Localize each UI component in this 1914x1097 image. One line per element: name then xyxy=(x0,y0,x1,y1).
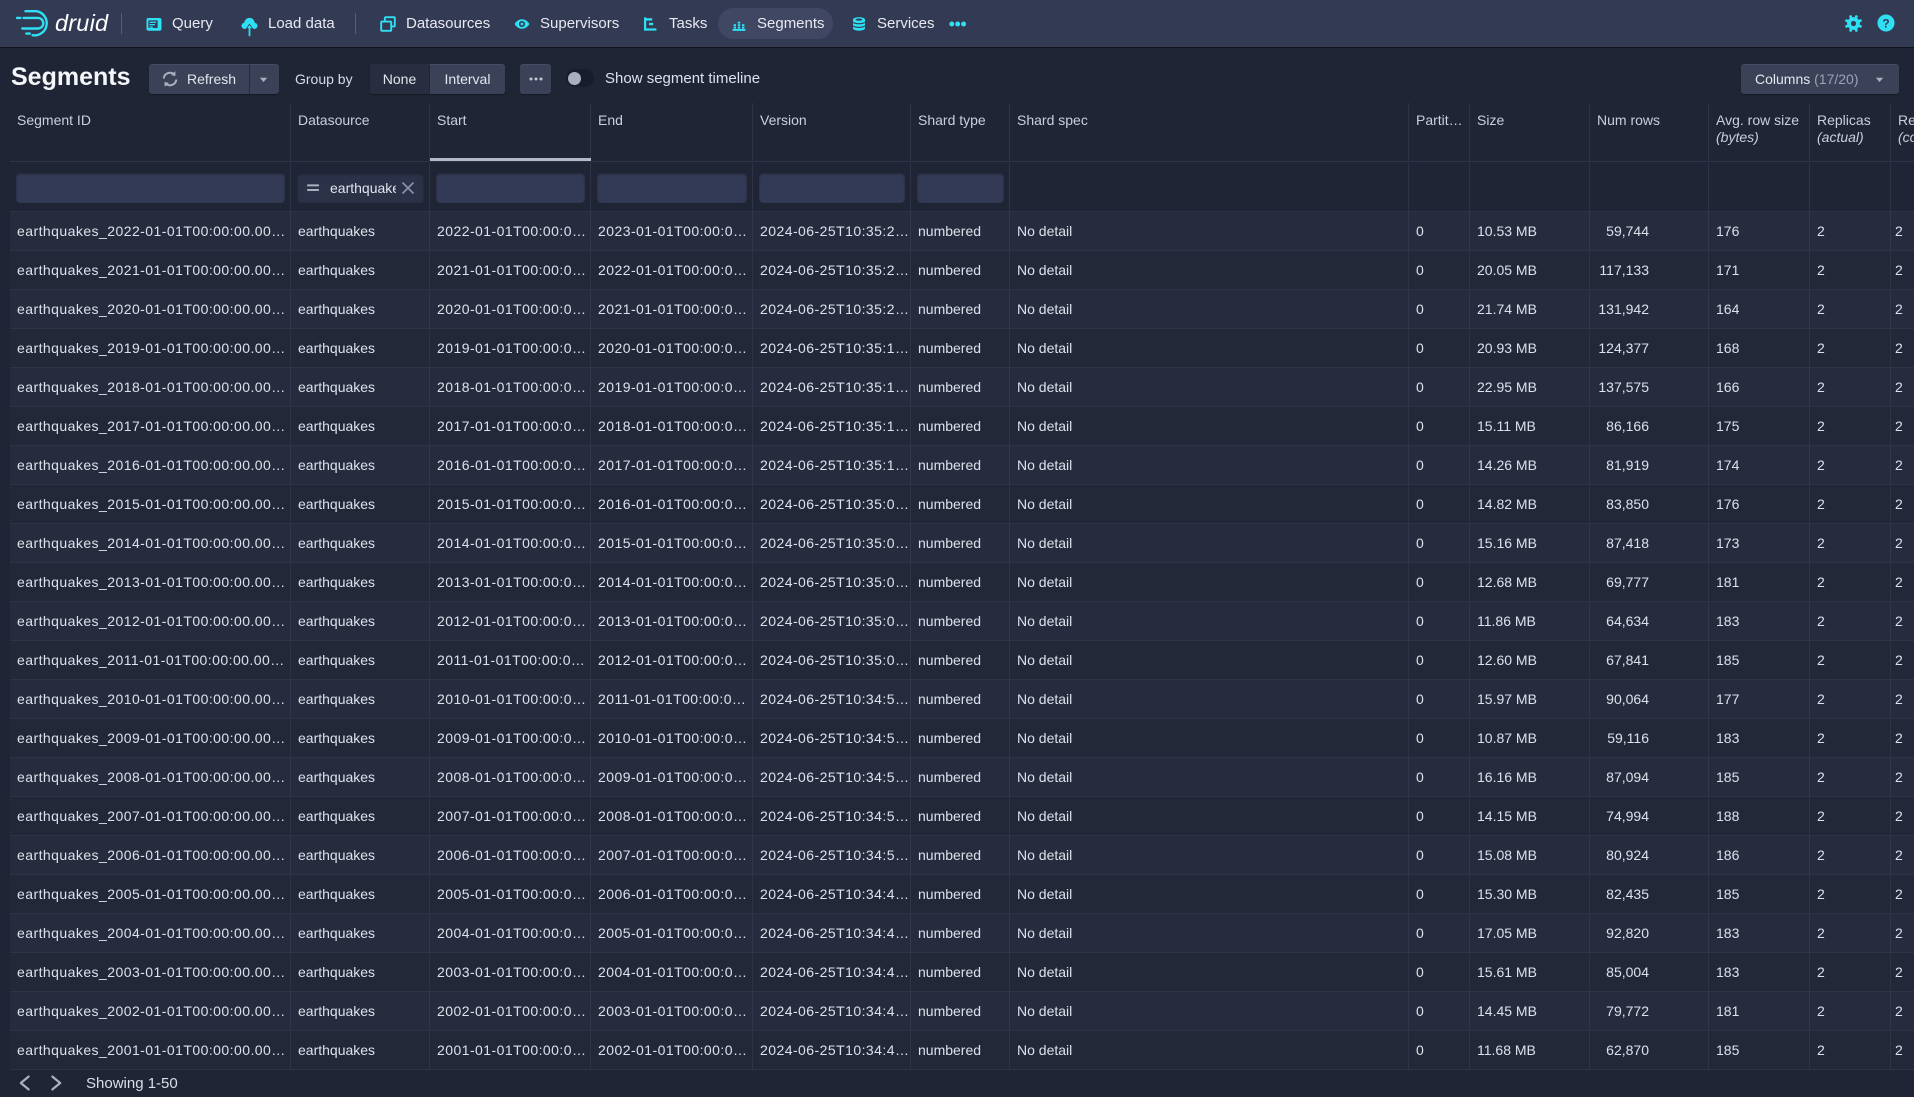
svg-text:?: ? xyxy=(1882,16,1889,30)
